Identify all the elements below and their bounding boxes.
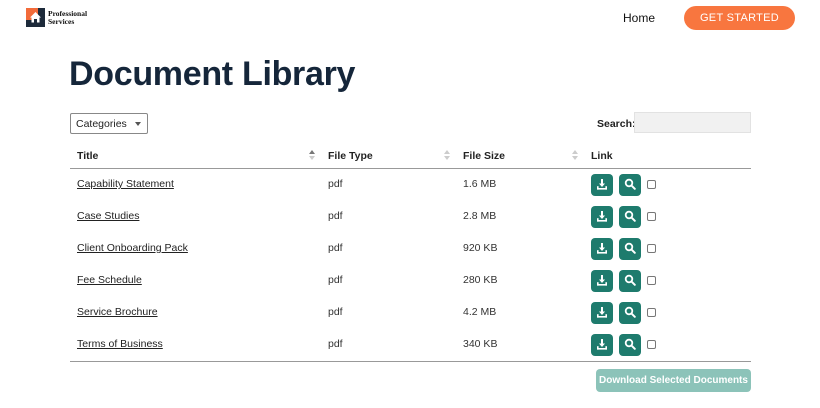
chevron-down-icon bbox=[135, 122, 141, 126]
search-icon bbox=[624, 338, 636, 353]
download-icon bbox=[596, 274, 608, 289]
download-button[interactable] bbox=[591, 238, 613, 260]
table-row: Client Onboarding Pack pdf 920 KB bbox=[70, 233, 751, 265]
search-icon bbox=[624, 210, 636, 225]
file-size: 2.8 MB bbox=[463, 210, 497, 222]
download-icon bbox=[596, 338, 608, 353]
select-checkbox[interactable] bbox=[647, 212, 656, 221]
get-started-button[interactable]: GET STARTED bbox=[684, 6, 795, 30]
table-row: Case Studies pdf 2.8 MB bbox=[70, 201, 751, 233]
column-header-title[interactable]: Title bbox=[77, 150, 98, 162]
select-checkbox[interactable] bbox=[647, 276, 656, 285]
file-size: 920 KB bbox=[463, 242, 498, 254]
table-row: Terms of Business pdf 340 KB bbox=[70, 329, 751, 361]
search-icon bbox=[624, 242, 636, 257]
file-type: pdf bbox=[328, 338, 343, 350]
file-type: pdf bbox=[328, 306, 343, 318]
search-icon bbox=[624, 306, 636, 321]
file-type: pdf bbox=[328, 242, 343, 254]
column-header-link: Link bbox=[591, 150, 613, 162]
table-row: Fee Schedule pdf 280 KB bbox=[70, 265, 751, 297]
document-title-link[interactable]: Fee Schedule bbox=[77, 274, 142, 286]
table-row: Capability Statement pdf 1.6 MB bbox=[70, 169, 751, 201]
file-type: pdf bbox=[328, 274, 343, 286]
download-selected-button[interactable]: Download Selected Documents bbox=[596, 369, 751, 392]
view-button[interactable] bbox=[619, 238, 641, 260]
sort-icon[interactable] bbox=[572, 150, 578, 160]
select-checkbox[interactable] bbox=[647, 180, 656, 189]
table-bottom-divider bbox=[70, 361, 751, 362]
select-checkbox[interactable] bbox=[647, 308, 656, 317]
document-title-link[interactable]: Client Onboarding Pack bbox=[77, 242, 188, 254]
nav-home-link[interactable]: Home bbox=[623, 11, 655, 25]
download-button[interactable] bbox=[591, 270, 613, 292]
column-header-file-type[interactable]: File Type bbox=[328, 150, 373, 162]
download-icon bbox=[596, 306, 608, 321]
table-header: Title File Type File Size Link bbox=[70, 144, 751, 169]
search-label: Search: bbox=[597, 118, 636, 130]
file-size: 340 KB bbox=[463, 338, 498, 350]
view-button[interactable] bbox=[619, 302, 641, 324]
categories-select-label: Categories bbox=[76, 117, 127, 130]
file-size: 280 KB bbox=[463, 274, 498, 286]
logo-icon bbox=[26, 8, 45, 27]
view-button[interactable] bbox=[619, 206, 641, 228]
table-body: Capability Statement pdf 1.6 MB Case Studie… bbox=[70, 169, 751, 361]
logo[interactable]: Professional Services bbox=[26, 8, 87, 27]
column-header-file-size[interactable]: File Size bbox=[463, 150, 505, 162]
sort-icon[interactable] bbox=[444, 150, 450, 160]
document-title-link[interactable]: Capability Statement bbox=[77, 178, 174, 190]
sort-asc-icon[interactable] bbox=[309, 150, 315, 160]
select-checkbox[interactable] bbox=[647, 244, 656, 253]
view-button[interactable] bbox=[619, 174, 641, 196]
file-size: 4.2 MB bbox=[463, 306, 497, 318]
view-button[interactable] bbox=[619, 334, 641, 356]
download-icon bbox=[596, 242, 608, 257]
search-icon bbox=[624, 178, 636, 193]
document-title-link[interactable]: Service Brochure bbox=[77, 306, 158, 318]
view-button[interactable] bbox=[619, 270, 641, 292]
search-input[interactable] bbox=[634, 112, 751, 133]
document-table: Title File Type File Size Link Capabilit… bbox=[70, 144, 751, 361]
download-button[interactable] bbox=[591, 174, 613, 196]
download-icon bbox=[596, 210, 608, 225]
categories-select[interactable]: Categories bbox=[70, 113, 148, 134]
download-button[interactable] bbox=[591, 206, 613, 228]
select-checkbox[interactable] bbox=[647, 340, 656, 349]
document-title-link[interactable]: Terms of Business bbox=[77, 338, 163, 350]
file-type: pdf bbox=[328, 178, 343, 190]
download-button[interactable] bbox=[591, 302, 613, 324]
download-button[interactable] bbox=[591, 334, 613, 356]
logo-text-line2: Services bbox=[48, 16, 75, 26]
document-title-link[interactable]: Case Studies bbox=[77, 210, 139, 222]
page-title: Document Library bbox=[69, 55, 356, 93]
table-row: Service Brochure pdf 4.2 MB bbox=[70, 297, 751, 329]
file-size: 1.6 MB bbox=[463, 178, 497, 190]
download-icon bbox=[596, 178, 608, 193]
file-type: pdf bbox=[328, 210, 343, 222]
search-icon bbox=[624, 274, 636, 289]
